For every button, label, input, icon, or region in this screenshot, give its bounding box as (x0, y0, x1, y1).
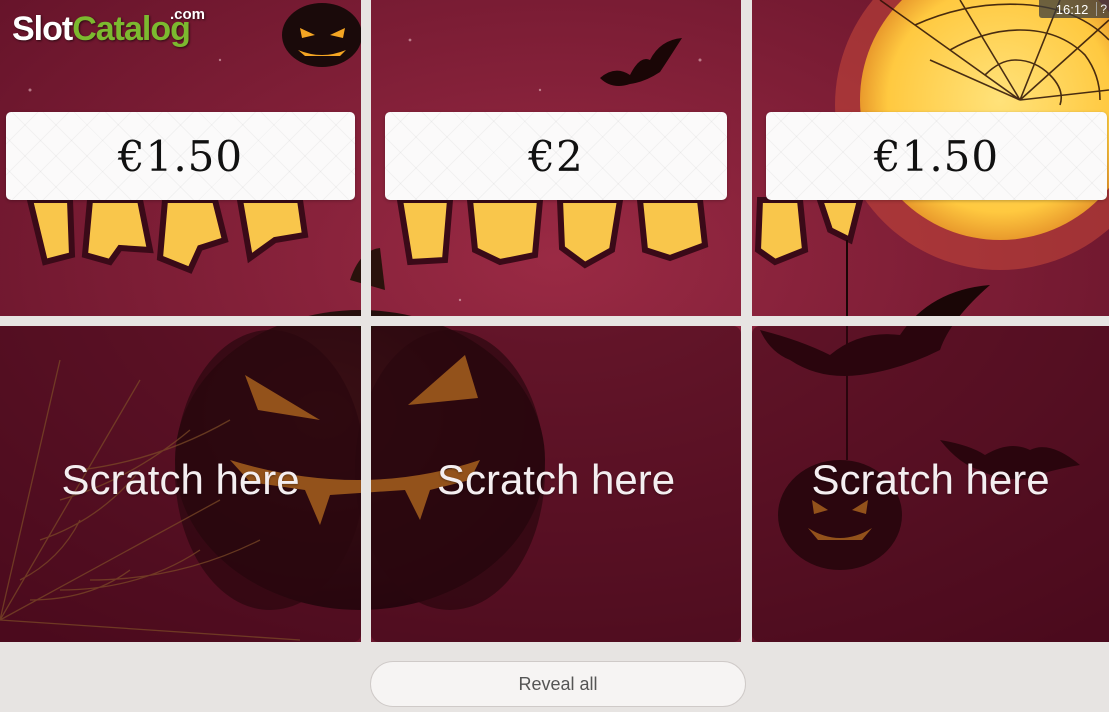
scratch-tile-4[interactable]: Scratch here (0, 326, 361, 642)
scratch-tile-6[interactable]: Scratch here (752, 326, 1109, 642)
status-clock: 16:12 ? (1039, 0, 1109, 18)
slotcatalog-logo: SlotCatalog .com (12, 6, 205, 56)
scratch-tile-5[interactable]: Scratch here (371, 326, 741, 642)
scratch-tile-3[interactable]: €1.50 (752, 0, 1109, 316)
prize-value: €1.50 (117, 131, 244, 181)
prize-value: €2 (528, 131, 584, 181)
logo-text-com: .com (170, 6, 206, 23)
scratch-label: Scratch here (436, 456, 676, 503)
grid-divider (0, 642, 1109, 648)
clock-time: 16:12 (1055, 1, 1089, 17)
prize-panel: €1.50 (6, 112, 355, 200)
prize-panel: €2 (385, 112, 727, 200)
prize-panel: €1.50 (766, 112, 1107, 200)
scratch-tile-2[interactable]: €2 (371, 0, 741, 316)
scratch-card-board: €1.50 €2 €1.50 Scratch here Scratch here… (0, 0, 1109, 648)
help-icon[interactable]: ? (1096, 2, 1107, 16)
grid-divider (0, 316, 1109, 326)
scratch-label: Scratch here (61, 456, 300, 503)
logo-text-slot: Slot (12, 10, 73, 48)
reveal-all-button[interactable]: Reveal all (370, 661, 746, 707)
prize-value: €1.50 (873, 131, 1000, 181)
scratch-label: Scratch here (811, 456, 1050, 503)
